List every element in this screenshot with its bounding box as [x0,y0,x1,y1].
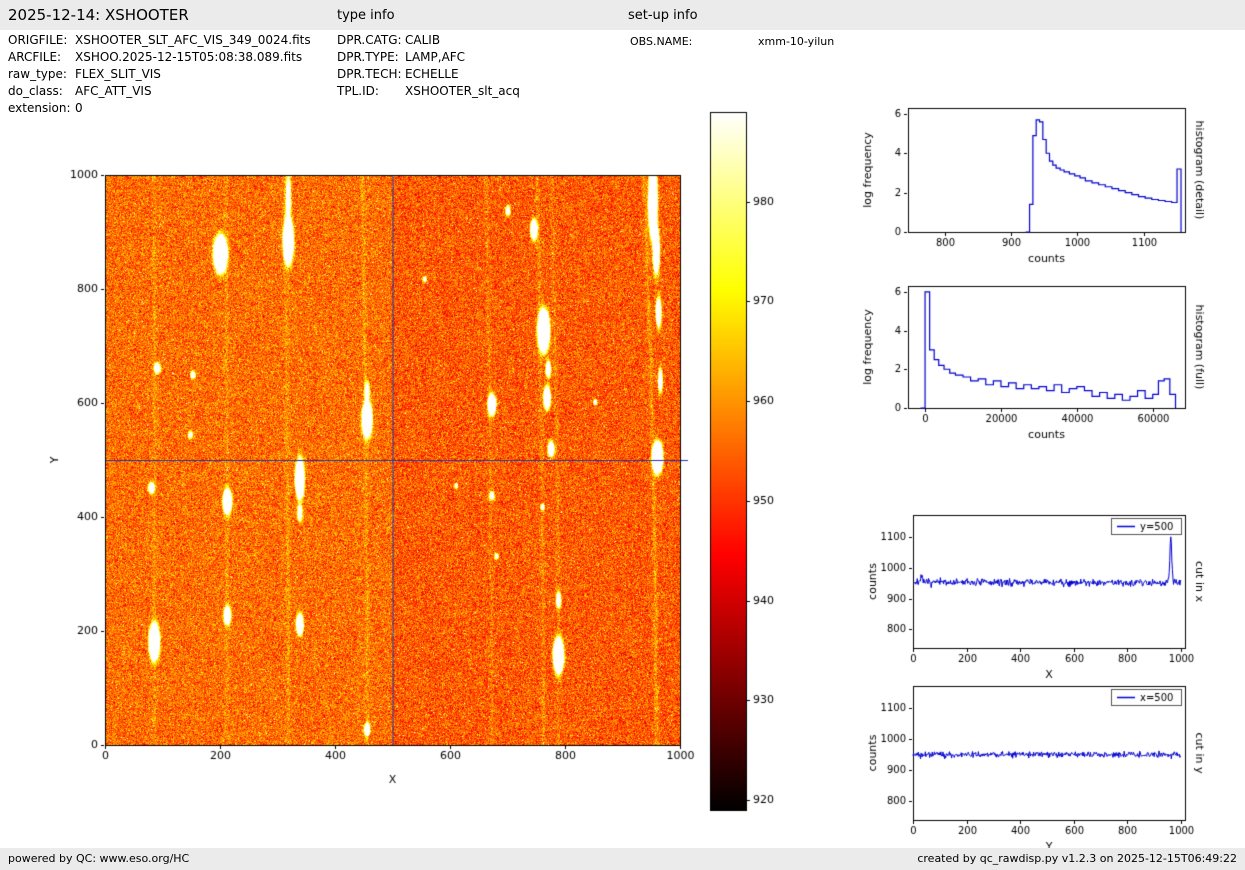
colorbar [700,100,840,820]
metadata-label: ORIGFILE: [8,33,75,47]
metadata-label: DPR.TECH: [337,67,405,81]
type-info-column: DPR.CATG:CALIB DPR.TYPE:LAMP,AFC DPR.TEC… [337,33,520,101]
figure-area [0,0,1245,870]
metadata-value: LAMP,AFC [405,50,465,64]
metadata-row-obsname: OBS.NAME:xmm-10-yilun [630,35,834,52]
cut-in-y-plot [850,673,1245,870]
metadata-row-dprtype: DPR.TYPE:LAMP,AFC [337,50,520,67]
metadata-row-origfile: ORIGFILE:XSHOOTER_SLT_AFC_VIS_349_0024.f… [8,33,311,50]
metadata-value: ECHELLE [405,67,459,81]
type-info-section-label: type info [337,8,395,23]
metadata-label: raw_type: [8,67,75,81]
metadata-label: DPR.CATG: [337,33,405,47]
metadata-label: ARCFILE: [8,50,75,64]
metadata-row-rawtype: raw_type:FLEX_SLIT_VIS [8,67,311,84]
metadata-value: AFC_ATT_VIS [75,84,152,98]
metadata-label: extension: [8,101,75,115]
header-bar: 2025-12-14: XSHOOTER type info set-up in… [0,0,1245,30]
metadata-value: CALIB [405,33,440,47]
metadata-label: TPL.ID: [337,84,405,98]
metadata-value: 0 [75,101,83,115]
setup-info-column: OBS.NAME:xmm-10-yilun [630,35,834,52]
metadata-value: XSHOOTER_SLT_AFC_VIS_349_0024.fits [75,33,311,47]
setup-info-section-label: set-up info [628,8,698,23]
metadata-value: XSHOOTER_slt_acq [405,84,520,98]
histogram-detail-plot [850,95,1245,285]
raw-image-plot [30,95,720,815]
metadata-label: do_class: [8,84,75,98]
metadata-value: XSHOO.2025-12-15T05:08:38.089.fits [75,50,302,64]
page-title: 2025-12-14: XSHOOTER [8,6,189,24]
metadata-row-tplid: TPL.ID:XSHOOTER_slt_acq [337,84,520,101]
cut-in-x-plot [850,502,1245,692]
file-metadata-column: ORIGFILE:XSHOOTER_SLT_AFC_VIS_349_0024.f… [8,33,311,118]
metadata-row-extension: extension:0 [8,101,311,118]
footer-created-by: created by qc_rawdisp.py v1.2.3 on 2025-… [917,852,1237,865]
metadata-label: DPR.TYPE: [337,50,405,64]
metadata-value: FLEX_SLIT_VIS [75,67,161,81]
metadata-label: OBS.NAME: [630,35,758,48]
metadata-row-arcfile: ARCFILE:XSHOO.2025-12-15T05:08:38.089.fi… [8,50,311,67]
footer-bar: powered by QC: www.eso.org/HC created by… [0,848,1245,870]
footer-qc-link[interactable]: powered by QC: www.eso.org/HC [8,852,189,865]
metadata-row-dprcatg: DPR.CATG:CALIB [337,33,520,50]
metadata-value: xmm-10-yilun [758,35,834,48]
metadata-row-dprtech: DPR.TECH:ECHELLE [337,67,520,84]
metadata-row-doclass: do_class:AFC_ATT_VIS [8,84,311,101]
histogram-full-plot [850,273,1245,463]
